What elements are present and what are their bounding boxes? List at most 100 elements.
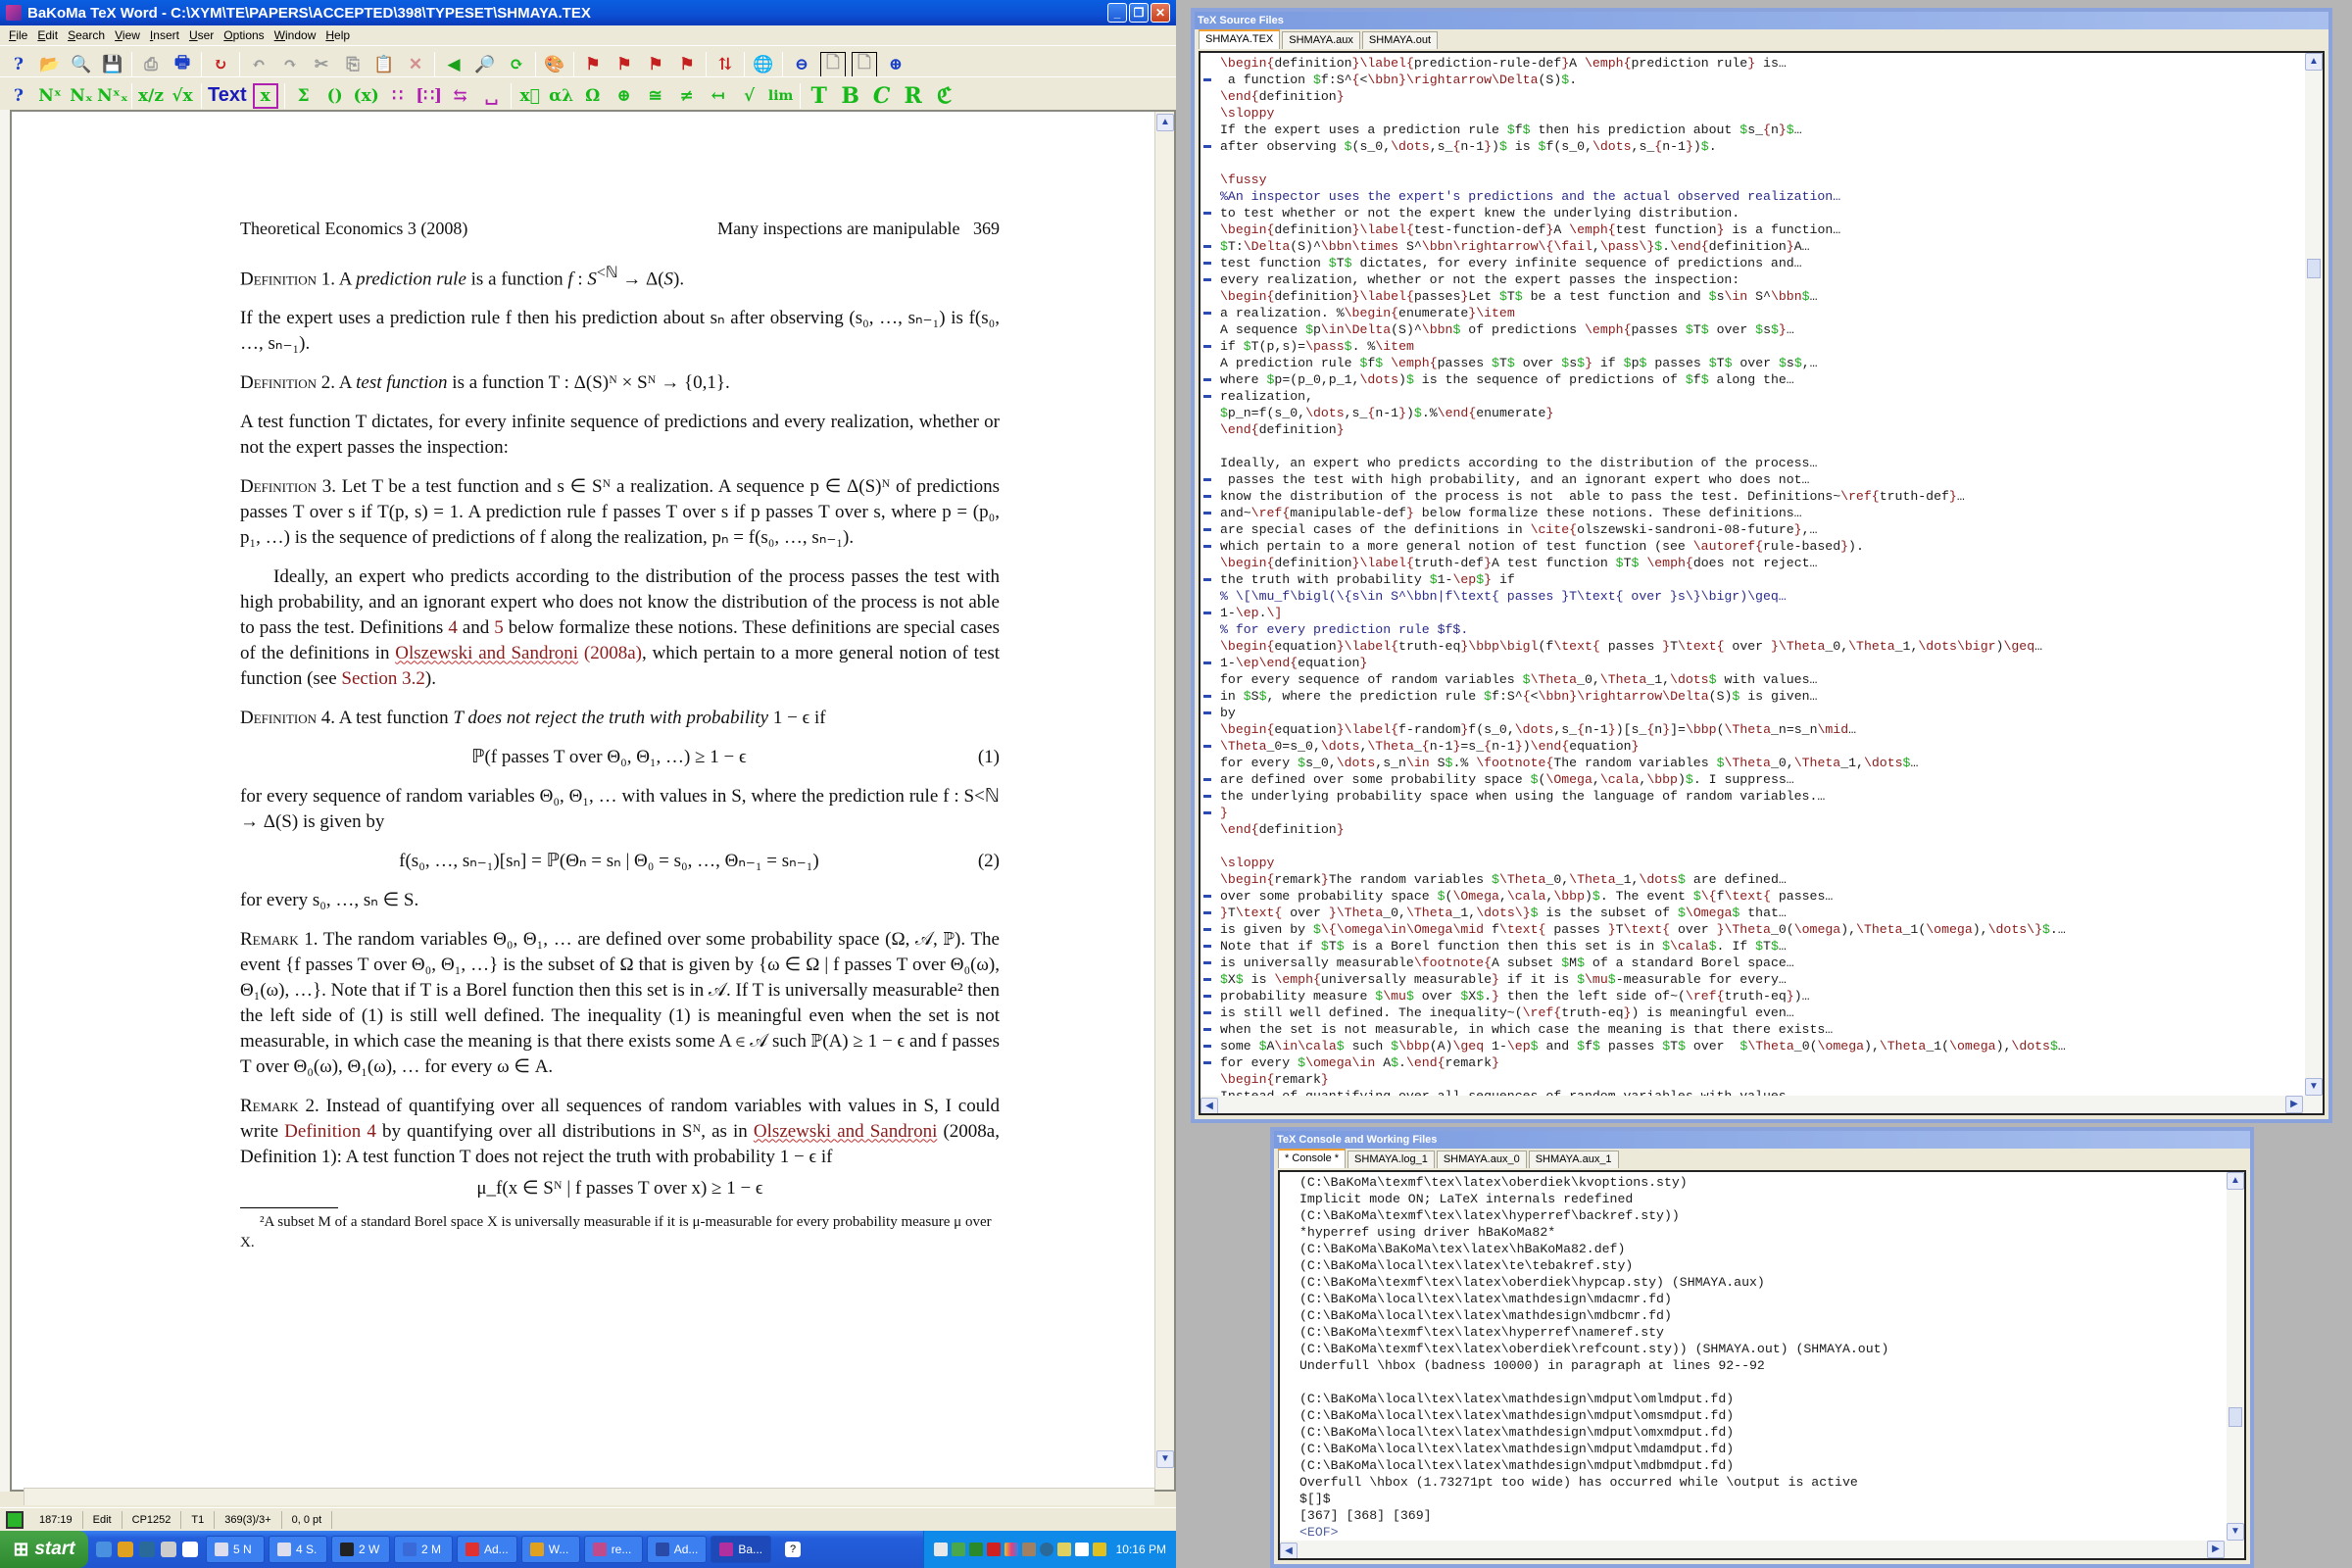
source-line[interactable] — [1200, 155, 2323, 172]
source-line[interactable]: If the expert uses a prediction rule $f$… — [1200, 122, 2323, 138]
page-width-icon[interactable]: 🗋 — [820, 51, 846, 77]
source-line[interactable]: in $S$, where the prediction rule $f:S^{… — [1200, 688, 2323, 705]
browse-icon[interactable]: 🔍 — [69, 52, 94, 77]
tab-shmaya-log-1[interactable]: SHMAYA.log_1 — [1348, 1151, 1435, 1168]
source-line[interactable]: %An inspector uses the expert's predicti… — [1200, 188, 2323, 205]
source-line[interactable]: are special cases of the definitions in … — [1200, 521, 2323, 538]
taskbar-item[interactable]: re... — [583, 1536, 643, 1563]
relations-icon[interactable]: ≅ — [643, 83, 668, 109]
scroll-left-button[interactable]: ◀ — [1280, 1543, 1298, 1558]
paragraph[interactable]: for every s₀, …, sₙ ∈ S. — [240, 888, 1000, 913]
flag-link-icon[interactable]: ⚑ — [612, 52, 637, 77]
taskbar-item[interactable]: 2 M — [394, 1536, 453, 1563]
find-icon[interactable]: 🔎 — [472, 52, 498, 77]
menu-search[interactable]: Search — [63, 28, 110, 42]
monitor-tray-icon[interactable] — [1056, 1543, 1071, 1556]
source-line[interactable]: is given by $\{\omega\in\Omega\mid f\tex… — [1200, 921, 2323, 938]
notepad-quicklaunch-icon[interactable] — [182, 1542, 198, 1557]
font-blackboard-icon[interactable]: R — [901, 83, 926, 109]
source-line[interactable]: test function $T$ dictates, for every in… — [1200, 255, 2323, 271]
source-horizontal-scrollbar[interactable]: ◀ ▶ — [1200, 1096, 2323, 1113]
tab-console[interactable]: * Console * — [1278, 1149, 1347, 1168]
source-code[interactable]: \begin{definition}\label{prediction-rule… — [1200, 53, 2323, 1104]
arrows-icon[interactable]: ⇆ — [448, 83, 473, 109]
source-line[interactable]: \begin{remark}The random variables $\The… — [1200, 871, 2323, 888]
scroll-left-button[interactable]: ◀ — [1200, 1098, 1218, 1113]
source-line[interactable]: \end{definition} — [1200, 421, 2323, 438]
menu-window[interactable]: Window — [270, 28, 321, 42]
tab-shmaya-aux[interactable]: SHMAYA.aux — [1282, 31, 1360, 49]
source-line[interactable]: is universally measurable\footnote{A sub… — [1200, 955, 2323, 971]
taskbar-item[interactable]: Ad... — [646, 1536, 708, 1563]
source-line[interactable]: A sequence $p\in\Delta(S)^\bbn$ of predi… — [1200, 321, 2323, 338]
scroll-down-button[interactable]: ▼ — [2227, 1523, 2244, 1541]
tab-shmaya-aux-0[interactable]: SHMAYA.aux_0 — [1436, 1151, 1527, 1168]
scroll-down-button[interactable]: ▼ — [2305, 1078, 2323, 1096]
source-line[interactable]: $p_n=f(s_0,\dots,s_{n-1})$.%\end{enumera… — [1200, 405, 2323, 421]
source-line[interactable] — [1200, 438, 2323, 455]
source-line[interactable]: by — [1200, 705, 2323, 721]
source-line[interactable]: } — [1200, 805, 2323, 821]
browser-quicklaunch-icon[interactable] — [96, 1542, 112, 1557]
font-bold-icon[interactable]: B — [838, 83, 863, 109]
tab-shmaya-out[interactable]: SHMAYA.out — [1361, 31, 1439, 49]
paragraph[interactable]: If the expert uses a prediction rule f t… — [240, 306, 1000, 357]
security-tray-icon[interactable] — [1092, 1543, 1106, 1556]
zoom-out-icon[interactable]: ⊖ — [789, 52, 814, 77]
not-relations-icon[interactable]: ≠ — [674, 83, 700, 109]
console-output[interactable]: (C:\BaKoMa\texmf\tex\latex\oberdiek\kvop… — [1278, 1170, 2246, 1560]
ref-definition-4[interactable]: 4 — [448, 617, 458, 638]
network2-tray-icon[interactable] — [968, 1543, 983, 1556]
equation-2[interactable]: f(s₀, …, sₙ₋₁)[sₙ] = ℙ(Θₙ = sₙ | Θ₀ = s₀… — [240, 849, 1000, 874]
zoom-in-icon[interactable]: ⊕ — [883, 52, 908, 77]
safely-remove-tray-icon[interactable] — [1074, 1543, 1089, 1556]
paragraph[interactable]: Ideally, an expert who predicts accordin… — [240, 564, 1000, 692]
sort-icon[interactable]: ⇅ — [712, 52, 738, 77]
citation-link[interactable]: Olszewski and Sandroni — [754, 1121, 937, 1142]
source-line[interactable]: the underlying probability space when us… — [1200, 788, 2323, 805]
scroll-right-button[interactable]: ▶ — [2285, 1096, 2303, 1113]
redo-icon[interactable]: ↷ — [277, 52, 303, 77]
source-line[interactable]: $T:\Delta(S)^\bbn\times S^\bbn\rightarro… — [1200, 238, 2323, 255]
source-line[interactable]: \sloppy — [1200, 105, 2323, 122]
scroll-up-button[interactable]: ▲ — [1156, 114, 1174, 131]
equation-1[interactable]: ℙ(f passes T over Θ₀, Θ₁, …) ≥ 1 − ϵ (1) — [240, 745, 1000, 770]
bracket-matrix-icon[interactable]: [∷] — [416, 83, 442, 109]
operators-icon[interactable]: ⊕ — [612, 83, 637, 109]
math-box-icon[interactable]: x — [252, 82, 278, 109]
source-line[interactable]: Note that if $T$ is a Borel function the… — [1200, 938, 2323, 955]
flag-icon[interactable]: ⚑ — [580, 52, 606, 77]
taskbar-item-active[interactable]: Ba... — [710, 1536, 772, 1563]
source-line[interactable]: the truth with probability $1-\ep$} if — [1200, 571, 2323, 588]
taskbar-item[interactable]: Ad... — [457, 1536, 517, 1563]
remark-2[interactable]: Remark 2. Instead of quantifying over al… — [240, 1094, 1000, 1170]
source-line[interactable]: Ideally, an expert who predicts accordin… — [1200, 455, 2323, 471]
source-line[interactable]: % for every prediction rule $f$. — [1200, 621, 2323, 638]
greek-icon[interactable]: αλ — [549, 83, 574, 109]
scroll-down-button[interactable]: ▼ — [1156, 1450, 1174, 1468]
source-editor[interactable]: \begin{definition}\label{prediction-rule… — [1199, 51, 2325, 1115]
remark-1[interactable]: Remark 1. The random variables Θ₀, Θ₁, …… — [240, 927, 1000, 1080]
parentheses-icon[interactable]: () — [322, 83, 348, 109]
source-line[interactable]: \end{definition} — [1200, 821, 2323, 838]
ati-tray-icon[interactable] — [986, 1543, 1001, 1556]
menu-view[interactable]: View — [110, 28, 145, 42]
scroll-up-button[interactable]: ▲ — [2227, 1172, 2244, 1190]
media-quicklaunch-icon[interactable] — [118, 1542, 133, 1557]
subscript-icon[interactable]: Nₓ — [69, 83, 94, 109]
source-line[interactable]: \begin{equation}\label{truth-eq}\bbp\big… — [1200, 638, 2323, 655]
source-line[interactable]: \sloppy — [1200, 855, 2323, 871]
source-line[interactable]: \begin{remark} — [1200, 1071, 2323, 1088]
definition-4[interactable]: Definition 4. A test function T does not… — [240, 706, 1000, 731]
menu-help[interactable]: Help — [320, 28, 355, 42]
help-icon[interactable]: ? — [6, 52, 31, 77]
source-line[interactable]: a function $f:S^{<\bbn}\rightarrow\Delta… — [1200, 72, 2323, 88]
source-line[interactable]: 1-\ep.\] — [1200, 605, 2323, 621]
open-icon[interactable]: 📂 — [37, 52, 63, 77]
netscape-tray-icon[interactable] — [1039, 1543, 1054, 1556]
source-line[interactable]: for every sequence of random variables $… — [1200, 671, 2323, 688]
fraction-icon[interactable]: x/z — [138, 83, 164, 109]
paragraph[interactable]: A test function T dictates, for every in… — [240, 410, 1000, 461]
document-horizontal-scrollbar[interactable] — [24, 1488, 1154, 1505]
source-line[interactable]: know the distribution of the process is … — [1200, 488, 2323, 505]
